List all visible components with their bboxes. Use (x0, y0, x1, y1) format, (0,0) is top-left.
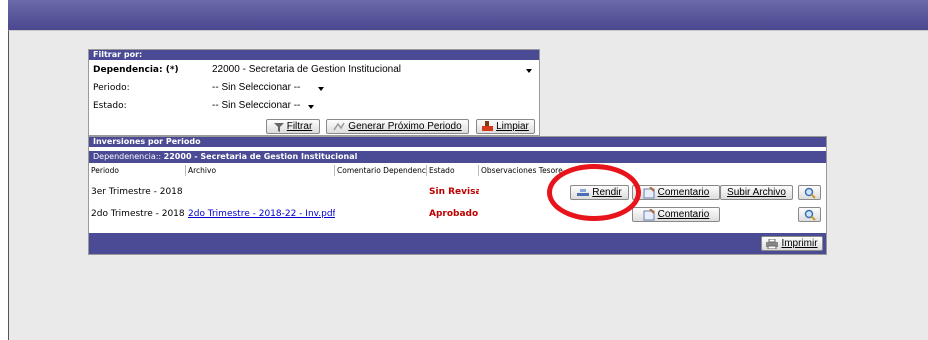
chevron-down-icon (526, 69, 532, 73)
periodo-label: Periodo: (93, 83, 130, 93)
comentario-button[interactable]: Comentario (632, 185, 720, 200)
tray-icon (577, 189, 590, 196)
dependencia-select[interactable]: 22000 - Secretaria de Gestion Institucio… (210, 63, 536, 77)
col-archivo: Archivo (186, 165, 335, 176)
estado-select-value: -- Sin Seleccionar -- (212, 100, 301, 111)
view-button[interactable] (798, 185, 821, 200)
subir-archivo-button[interactable]: Subir Archivo (720, 185, 793, 200)
comentario-button-label: Comentario (657, 187, 710, 198)
generar-button-label: Generar Próximo Periodo (348, 121, 462, 132)
comment-icon (643, 186, 655, 198)
printer-icon (766, 238, 779, 249)
inversiones-panel-title: Inversiones por Periodo (89, 137, 826, 147)
row-periodo: 2do Trimestre - 2018 (91, 209, 185, 219)
periodo-select[interactable]: -- Sin Seleccionar -- (210, 81, 328, 95)
comentario-button-label: Comentario (657, 209, 710, 220)
generar-proximo-periodo-button[interactable]: Generar Próximo Periodo (326, 119, 469, 134)
eraser-icon (482, 121, 494, 131)
inversiones-panel: Inversiones por Periodo Dependenencia:: … (88, 136, 827, 255)
filter-panel-title: Filtrar por: (89, 50, 539, 60)
funnel-icon (273, 122, 284, 132)
subir-archivo-button-label: Subir Archivo (727, 187, 786, 198)
limpiar-button[interactable]: Limpiar (476, 119, 535, 134)
col-periodo: Periodo (89, 165, 186, 176)
estado-label: Estado: (93, 101, 127, 111)
table-row: 2do Trimestre - 2018 2do Trimestre - 201… (89, 204, 826, 224)
chevron-down-icon (308, 105, 314, 109)
dependencia-group-prefix: Dependenencia:: (93, 152, 164, 161)
col-estado: Estado (427, 165, 479, 176)
row-periodo: 3er Trimestre - 2018 (91, 187, 183, 197)
imprimir-button-label: Imprimir (781, 238, 818, 249)
imprimir-button[interactable]: Imprimir (761, 236, 823, 251)
rendir-button-label: Rendir (592, 187, 622, 198)
filtrar-button[interactable]: Filtrar (266, 119, 320, 134)
generate-icon (333, 122, 345, 130)
top-banner (8, 0, 928, 30)
filtrar-button-label: Filtrar (286, 121, 313, 132)
col-comentario-dependencia: Comentario Dependencia (337, 165, 427, 176)
comment-icon (643, 208, 655, 220)
row-estado: Sin Revisar (429, 187, 479, 197)
dependencia-group-header: Dependenencia:: 22000 - Secretaria de Ge… (89, 151, 826, 163)
dependencia-group-name: 22000 - Secretaria de Gestion Institucio… (163, 152, 358, 161)
chevron-down-icon (318, 87, 324, 91)
magnifier-icon (804, 209, 816, 221)
comentario-button[interactable]: Comentario (632, 207, 720, 222)
view-button[interactable] (798, 207, 821, 222)
filter-panel: Filtrar por: Dependencia: (*) 22000 - Se… (88, 49, 540, 136)
row-archivo (186, 182, 335, 202)
row-estado: Aprobado (429, 209, 479, 219)
dependencia-select-value: 22000 - Secretaria de Gestion Institucio… (212, 64, 401, 75)
dependencia-label: Dependencia: (*) (93, 65, 179, 75)
limpiar-button-label: Limpiar (496, 121, 529, 132)
magnifier-icon (804, 187, 816, 199)
estado-select[interactable]: -- Sin Seleccionar -- (210, 99, 318, 113)
col-observaciones: Observaciones Tesore (481, 166, 563, 175)
rendir-button[interactable]: Rendir (570, 185, 629, 200)
table-header: Periodo Archivo Comentario Dependencia E… (89, 165, 826, 176)
row-archivo-link[interactable]: 2do Trimestre - 2018-22 - Inv.pdf (186, 204, 335, 224)
table-footer: Imprimir (89, 233, 826, 254)
periodo-select-value: -- Sin Seleccionar -- (212, 82, 301, 93)
table-row: 3er Trimestre - 2018 Sin Revisar Rendir … (89, 182, 826, 202)
